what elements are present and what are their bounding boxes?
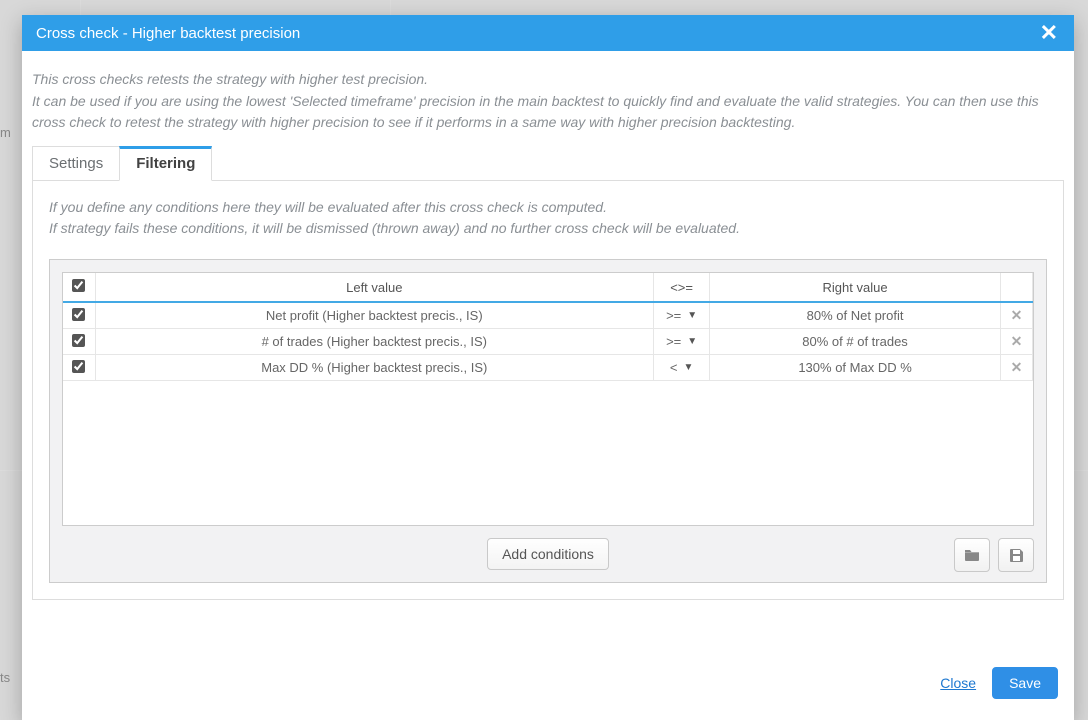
- header-right-value: Right value: [710, 273, 1001, 302]
- delete-row-icon[interactable]: ✕: [1011, 359, 1023, 375]
- chevron-down-icon: ▼: [687, 336, 697, 347]
- row-checkbox[interactable]: [72, 334, 85, 347]
- conditions-grid-scroll: Left value <>= Right value Net profit (H…: [62, 272, 1034, 526]
- intro-line-2: It can be used if you are using the lowe…: [32, 91, 1064, 134]
- tab-filtering[interactable]: Filtering: [119, 146, 212, 181]
- add-conditions-button[interactable]: Add conditions: [487, 538, 609, 570]
- table-row: Max DD % (Higher backtest precis., IS)<▼…: [63, 355, 1033, 381]
- left-value-cell[interactable]: Net profit (Higher backtest precis., IS): [95, 302, 654, 329]
- left-value-cell[interactable]: # of trades (Higher backtest precis., IS…: [95, 329, 654, 355]
- modal-header: Cross check - Higher backtest precision …: [22, 15, 1074, 51]
- modal-body: This cross checks retests the strategy w…: [22, 51, 1074, 656]
- operator-cell[interactable]: >= ▼: [654, 329, 710, 355]
- panel-hint-line-2: If strategy fails these conditions, it w…: [49, 218, 1047, 239]
- close-button[interactable]: Close: [940, 675, 976, 691]
- operator-text: >=: [666, 334, 681, 349]
- folder-icon: [964, 548, 980, 562]
- grid-footer: Add conditions: [62, 538, 1034, 570]
- right-value-cell[interactable]: 80% of # of trades: [710, 329, 1001, 355]
- intro-line-1: This cross checks retests the strategy w…: [32, 69, 1064, 91]
- header-left-value: Left value: [95, 273, 654, 302]
- select-all-checkbox[interactable]: [72, 279, 85, 292]
- header-actions: [1001, 273, 1033, 302]
- tab-settings[interactable]: Settings: [32, 146, 120, 181]
- left-value-cell[interactable]: Max DD % (Higher backtest precis., IS): [95, 355, 654, 381]
- chevron-down-icon: ▼: [687, 310, 697, 321]
- table-row: # of trades (Higher backtest precis., IS…: [63, 329, 1033, 355]
- delete-row-icon[interactable]: ✕: [1011, 333, 1023, 349]
- table-row: Net profit (Higher backtest precis., IS)…: [63, 302, 1033, 329]
- filtering-panel: If you define any conditions here they w…: [32, 180, 1064, 600]
- operator-cell[interactable]: >= ▼: [654, 302, 710, 329]
- tab-strip: Settings Filtering: [32, 146, 1064, 181]
- right-value-cell[interactable]: 80% of Net profit: [710, 302, 1001, 329]
- close-icon[interactable]: ✕: [1038, 22, 1060, 44]
- save-disk-button[interactable]: [998, 538, 1034, 572]
- save-button[interactable]: Save: [992, 667, 1058, 699]
- operator-text: <: [670, 360, 678, 375]
- header-operator: <>=: [654, 273, 710, 302]
- modal-footer: Close Save: [22, 656, 1074, 720]
- right-value-cell[interactable]: 130% of Max DD %: [710, 355, 1001, 381]
- intro-text: This cross checks retests the strategy w…: [32, 61, 1064, 146]
- panel-hint: If you define any conditions here they w…: [49, 197, 1047, 239]
- conditions-table: Left value <>= Right value Net profit (H…: [63, 273, 1033, 381]
- save-icon: [1009, 548, 1024, 563]
- conditions-grid-wrap: Left value <>= Right value Net profit (H…: [49, 259, 1047, 583]
- delete-row-icon[interactable]: ✕: [1011, 307, 1023, 323]
- panel-hint-line-1: If you define any conditions here they w…: [49, 197, 1047, 218]
- row-checkbox[interactable]: [72, 308, 85, 321]
- operator-text: >=: [666, 308, 681, 323]
- modal-title: Cross check - Higher backtest precision: [36, 25, 300, 42]
- table-header-row: Left value <>= Right value: [63, 273, 1033, 302]
- modal-dialog: Cross check - Higher backtest precision …: [22, 15, 1074, 720]
- open-folder-button[interactable]: [954, 538, 990, 572]
- header-select-all[interactable]: [63, 273, 95, 302]
- operator-cell[interactable]: <▼: [654, 355, 710, 381]
- chevron-down-icon: ▼: [683, 362, 693, 373]
- row-checkbox[interactable]: [72, 360, 85, 373]
